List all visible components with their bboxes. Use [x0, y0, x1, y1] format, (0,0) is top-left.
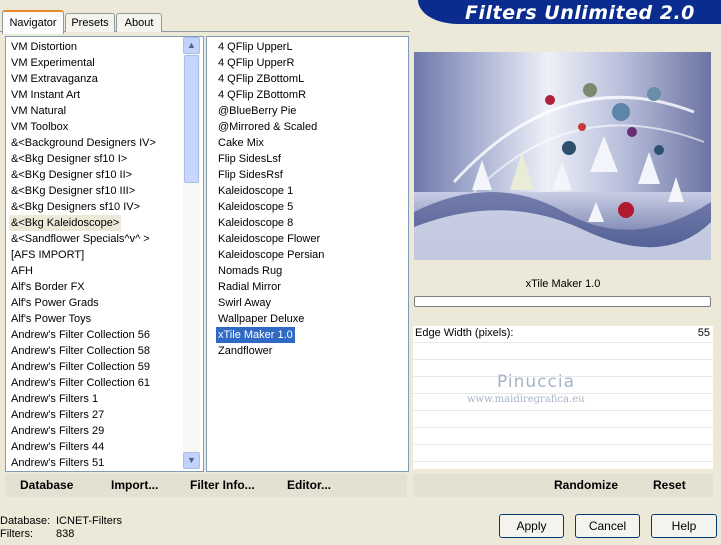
parameter-row-empty: [413, 343, 713, 360]
filter-list-item[interactable]: Kaleidoscope 1: [216, 183, 295, 199]
filter-list-item[interactable]: Kaleidoscope 5: [216, 199, 295, 215]
tab-navigator[interactable]: Navigator: [2, 10, 64, 34]
parameter-row[interactable]: Edge Width (pixels): 55: [413, 326, 713, 343]
filter-list-item[interactable]: 4 QFlip UpperR: [216, 55, 296, 71]
filter-list-item[interactable]: xTile Maker 1.0: [216, 327, 295, 343]
parameter-label: Edge Width (pixels):: [415, 327, 514, 339]
category-list-item[interactable]: Andrew's Filter Collection 56: [9, 327, 152, 343]
category-list-item[interactable]: Alf's Power Toys: [9, 311, 93, 327]
category-list-panel: VM Distortion VM Experimental VM Extravaga…: [5, 36, 204, 472]
filter-list-panel: 4 QFlip UpperL 4 QFlip UpperR 4 QFlip ZBot…: [206, 36, 409, 472]
parameter-row-empty: [413, 411, 713, 428]
filter-list-item[interactable]: Wallpaper Deluxe: [216, 311, 306, 327]
filter-list-item[interactable]: Swirl Away: [216, 295, 273, 311]
scroll-down-button[interactable]: ▼: [183, 452, 200, 469]
filters-count-label: Filters:: [0, 528, 33, 540]
filter-list-item[interactable]: @Mirrored & Scaled: [216, 119, 319, 135]
scroll-up-button[interactable]: ▲: [183, 37, 200, 54]
category-list-item[interactable]: VM Natural: [9, 103, 68, 119]
filter-list-item[interactable]: Flip SidesLsf: [216, 151, 283, 167]
filter-list-item[interactable]: 4 QFlip ZBottomL: [216, 71, 306, 87]
category-list-item[interactable]: AFH: [9, 263, 35, 279]
apply-button[interactable]: Apply: [499, 514, 564, 538]
category-list-item[interactable]: VM Extravaganza: [9, 71, 100, 87]
watermark-name: Pinuccia: [497, 372, 575, 392]
filter-list-item[interactable]: Flip SidesRsf: [216, 167, 285, 183]
filter-list-item[interactable]: Kaleidoscope Persian: [216, 247, 326, 263]
cancel-button[interactable]: Cancel: [575, 514, 640, 538]
parameter-row-empty: [413, 445, 713, 462]
category-list-item[interactable]: &<Bkg Designer sf10 I>: [9, 151, 129, 167]
category-list-item[interactable]: Andrew's Filter Collection 61: [9, 375, 152, 391]
tab-about[interactable]: About: [116, 13, 162, 32]
editor-button[interactable]: Editor...: [287, 477, 331, 493]
category-list-item[interactable]: Andrew's Filters 44: [9, 439, 106, 455]
filter-list-item[interactable]: 4 QFlip ZBottomR: [216, 87, 308, 103]
import-button[interactable]: Import...: [111, 477, 158, 493]
filter-list-item[interactable]: Radial Mirror: [216, 279, 283, 295]
category-list-item[interactable]: Andrew's Filter Collection 58: [9, 343, 152, 359]
category-list-item[interactable]: [AFS IMPORT]: [9, 247, 86, 263]
filter-list-item[interactable]: Kaleidoscope Flower: [216, 231, 322, 247]
category-list-item[interactable]: Andrew's Filter Collection 59: [9, 359, 152, 375]
filter-list-item[interactable]: Kaleidoscope 8: [216, 215, 295, 231]
category-list-item[interactable]: Andrew's Filters 27: [9, 407, 106, 423]
category-list-item[interactable]: &<BKg Designer sf10 III>: [9, 183, 137, 199]
randomize-button[interactable]: Randomize: [554, 477, 618, 493]
help-button[interactable]: Help: [651, 514, 717, 538]
tab-presets[interactable]: Presets: [65, 13, 115, 32]
preview-image: [414, 52, 711, 260]
filter-list-item[interactable]: 4 QFlip UpperL: [216, 39, 295, 55]
progress-bar: [414, 296, 711, 307]
category-list-item[interactable]: &<Bkg Designers sf10 IV>: [9, 199, 142, 215]
category-list-item[interactable]: &<BKg Designer sf10 II>: [9, 167, 134, 183]
database-button[interactable]: Database: [20, 477, 73, 493]
category-list-item[interactable]: &<Background Designers IV>: [9, 135, 158, 151]
category-list-item[interactable]: Andrew's Filters 1: [9, 391, 100, 407]
category-list-item[interactable]: VM Distortion: [9, 39, 79, 55]
category-list-item[interactable]: Andrew's Filters 29: [9, 423, 106, 439]
filter-list-item[interactable]: Zandflower: [216, 343, 274, 359]
category-list-item[interactable]: Alf's Border FX: [9, 279, 87, 295]
filter-list-item[interactable]: @BlueBerry Pie: [216, 103, 298, 119]
parameter-value: 55: [697, 327, 710, 339]
category-list-item[interactable]: VM Toolbox: [9, 119, 70, 135]
filter-name-label: xTile Maker 1.0: [413, 274, 713, 294]
database-status-label: Database:: [0, 515, 51, 527]
category-list-item[interactable]: VM Experimental: [9, 55, 97, 71]
category-list-item[interactable]: &<Sandflower Specials^v^ >: [9, 231, 152, 247]
category-scrollbar[interactable]: ▲ ▼: [183, 37, 200, 469]
scrollbar-thumb[interactable]: [184, 55, 199, 183]
parameter-row-empty: [413, 428, 713, 445]
preview-artwork: [414, 52, 711, 260]
watermark-url: www.maidiregrafica.eu: [467, 394, 585, 405]
category-list-item[interactable]: &<Bkg Kaleidoscope>: [9, 215, 122, 231]
category-list-item[interactable]: Andrew's Filters 51: [9, 455, 106, 471]
category-list-item[interactable]: Alf's Power Grads: [9, 295, 101, 311]
filters-count-value: 838: [56, 528, 75, 540]
category-list-item[interactable]: VM Instant Art: [9, 87, 82, 103]
database-status-value: ICNET-Filters: [56, 515, 122, 527]
filter-info-button[interactable]: Filter Info...: [190, 477, 255, 493]
filter-list-item[interactable]: Nomads Rug: [216, 263, 284, 279]
filter-list-item[interactable]: Cake Mix: [216, 135, 266, 151]
reset-button[interactable]: Reset: [653, 477, 686, 493]
banner-title: Filters Unlimited 2.0: [465, 2, 695, 24]
